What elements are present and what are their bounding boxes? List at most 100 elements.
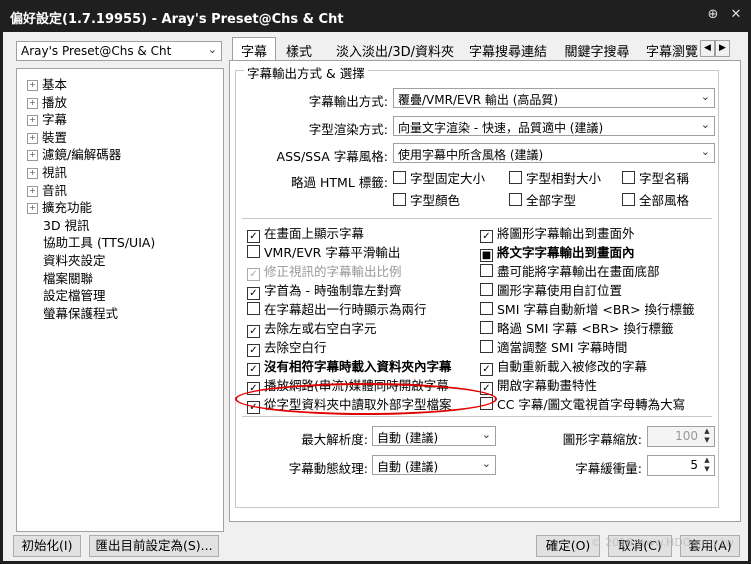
html-tag-all-styles[interactable]: 全部風格 [622,193,689,209]
tree-item[interactable]: 螢幕保護程式 [43,303,118,322]
option-checkbox[interactable]: ✓ 將圖形字幕輸出到畫面外 [480,226,635,243]
output-method-select[interactable]: 覆疊/VMR/EVR 輸出 (高品質) ⌄ [393,88,715,108]
option-checkbox[interactable]: SMI 字幕自動新增 <BR> 換行標籤 [480,302,695,318]
option-checkbox[interactable]: 略過 SMI 字幕 <BR> 換行標籤 [480,321,674,337]
tab-style[interactable]: 樣式 [279,38,319,60]
expand-icon[interactable]: + [27,203,38,215]
html-tag-font-name[interactable]: 字型名稱 [622,171,689,187]
checkbox[interactable]: ■ [480,249,493,262]
option-checkbox[interactable]: 適當調整 SMI 字幕時間 [480,340,627,356]
html-tag-font-color[interactable]: 字型顏色 [393,193,460,209]
tab-keyword-search[interactable]: 關鍵字搜尋 [561,38,633,60]
option-checkbox[interactable]: ✓ 去除空白行 [247,340,327,357]
dynamic-texture-value: 自動 (建議) [377,460,439,474]
spin-arrows-icon[interactable]: ▲ ▼ [701,456,713,474]
checkbox: ✓ [247,268,260,281]
dynamic-texture-select[interactable]: 自動 (建議) ⌄ [372,455,496,475]
initialize-button[interactable]: 初始化(I) [13,535,81,557]
tree-item[interactable]: + 裝置 [27,127,67,146]
checkbox[interactable]: ✓ [480,363,493,376]
preset-selector[interactable]: Aray's Preset@Chs & Cht ⌄ [16,41,222,61]
checkbox[interactable] [509,193,522,206]
tree-item[interactable]: 協助工具 (TTS/UIA) [43,232,155,251]
checkbox-label: 在字幕超出一行時顯示為兩行 [264,302,427,317]
checkbox[interactable]: ✓ [480,230,493,243]
tree-item[interactable]: 設定檔管理 [43,285,106,304]
checkbox[interactable] [393,171,406,184]
font-render-select[interactable]: 向量文字渲染 - 快速，品質適中 (建議) ⌄ [393,116,715,136]
chevron-down-icon: ⌄ [207,43,217,56]
title-bar: 偏好設定(1.7.19955) - Aray's Preset@Chs & Ch… [0,0,751,32]
image-scale-spinner[interactable]: 100 ▲ ▼ [647,426,715,447]
tree-item[interactable]: 3D 視訊 [43,215,90,234]
tree-item[interactable]: + 濾鏡/編解碼器 [27,144,121,163]
expand-icon[interactable]: + [27,97,38,109]
checkbox[interactable]: ✓ [247,363,260,376]
max-resolution-label: 最大解析度: [301,432,368,447]
checkbox[interactable] [247,245,260,258]
checkbox[interactable]: ✓ [247,344,260,357]
chevron-down-icon: ⌄ [700,145,710,158]
checkbox[interactable] [480,302,493,315]
checkbox[interactable] [509,171,522,184]
tree-item[interactable]: + 基本 [27,74,67,93]
export-settings-button[interactable]: 匯出目前設定為(S)... [89,535,219,557]
checkbox[interactable]: ✓ [247,325,260,338]
watermark: © 2018 www.HDGunny.tw [590,536,734,549]
checkbox[interactable] [480,340,493,353]
group-title: 字幕輸出方式 & 選擇 [244,63,368,82]
option-checkbox[interactable]: VMR/EVR 字幕平滑輸出 [247,245,400,261]
option-checkbox[interactable]: 盡可能將字幕輸出在畫面底部 [480,264,660,280]
tab-subtitle-search-links[interactable]: 字幕搜尋連結 [465,38,551,60]
max-resolution-select[interactable]: 自動 (建議) ⌄ [372,426,496,446]
option-checkbox[interactable]: ✓ 在畫面上顯示字幕 [247,226,364,243]
checkbox[interactable] [622,193,635,206]
expand-icon[interactable]: + [27,185,38,197]
expand-icon[interactable]: + [27,168,38,179]
expand-icon[interactable]: + [27,150,38,162]
spin-arrows-icon[interactable]: ▲ ▼ [701,427,713,445]
category-tree[interactable]: + 基本 + 播放 + 字幕 + 裝置 + 濾鏡/編解碼器 + 視訊 + 音訊 + 擴充功能 3D 視訊 協助工具… [16,68,224,532]
checkbox[interactable] [480,264,493,277]
checkbox[interactable]: ✓ [247,230,260,243]
checkbox[interactable]: ✓ [247,287,260,300]
tree-item[interactable]: + 字幕 [27,109,67,128]
chevron-down-icon: ⌄ [700,118,710,131]
option-checkbox[interactable]: ✓ 沒有相符字幕時載入資料夾內字幕 [247,359,452,376]
option-checkbox[interactable]: ✓ 去除左或右空白字元 [247,321,377,338]
option-checkbox[interactable]: 圖形字幕使用自訂位置 [480,283,622,299]
checkbox[interactable] [622,171,635,184]
html-tag-font-fixed-size[interactable]: 字型固定大小 [393,171,485,187]
divider [242,416,712,417]
option-checkbox[interactable]: ✓ 自動重新載入被修改的字幕 [480,359,647,376]
expand-icon[interactable]: + [27,115,38,127]
tree-item[interactable]: 檔案關聯 [43,268,93,287]
tab-subtitle-browse[interactable]: 字幕瀏覽 [645,38,699,60]
tab-scroll-right-icon[interactable]: ▶ [715,40,730,57]
option-checkbox[interactable]: ✓ 字首為 - 時強制靠左對齊 [247,283,401,300]
option-checkbox[interactable]: ■ 將文字字幕輸出到畫面內 [480,245,635,262]
expand-icon[interactable]: + [27,80,38,91]
close-icon[interactable]: ✕ [727,6,745,24]
option-checkbox[interactable]: ✓ 開啟字幕動畫特性 [480,378,597,395]
html-tag-font-relative-size[interactable]: 字型相對大小 [509,171,601,187]
html-tag-all-fonts[interactable]: 全部字型 [509,193,576,209]
tree-item[interactable]: + 擴充功能 [27,197,92,216]
buffer-spinner[interactable]: 5 ▲ ▼ [647,455,715,476]
option-checkbox[interactable]: 在字幕超出一行時顯示為兩行 [247,302,427,318]
expand-icon[interactable]: + [27,132,38,144]
tab-fade-3d-folder[interactable]: 淡入淡出/3D/資料夾 [333,38,457,60]
tree-item[interactable]: + 播放 [27,92,67,111]
tree-item[interactable]: 資料夾設定 [43,250,106,269]
checkbox[interactable] [247,302,260,315]
checkbox[interactable] [480,283,493,296]
checkbox[interactable] [480,321,493,334]
tab-subtitles[interactable]: 字幕 [232,37,276,61]
ass-style-select[interactable]: 使用字幕中所含風格 (建議) ⌄ [393,143,715,163]
tree-item[interactable]: + 音訊 [27,180,67,199]
tab-scroll-left-icon[interactable]: ◀ [700,40,715,57]
option-checkbox[interactable]: CC 字幕/圖文電視首字母轉為大寫 [480,397,685,413]
tree-item[interactable]: + 視訊 [27,162,67,181]
pin-icon[interactable]: ⊕ [704,6,722,24]
checkbox[interactable] [393,193,406,206]
